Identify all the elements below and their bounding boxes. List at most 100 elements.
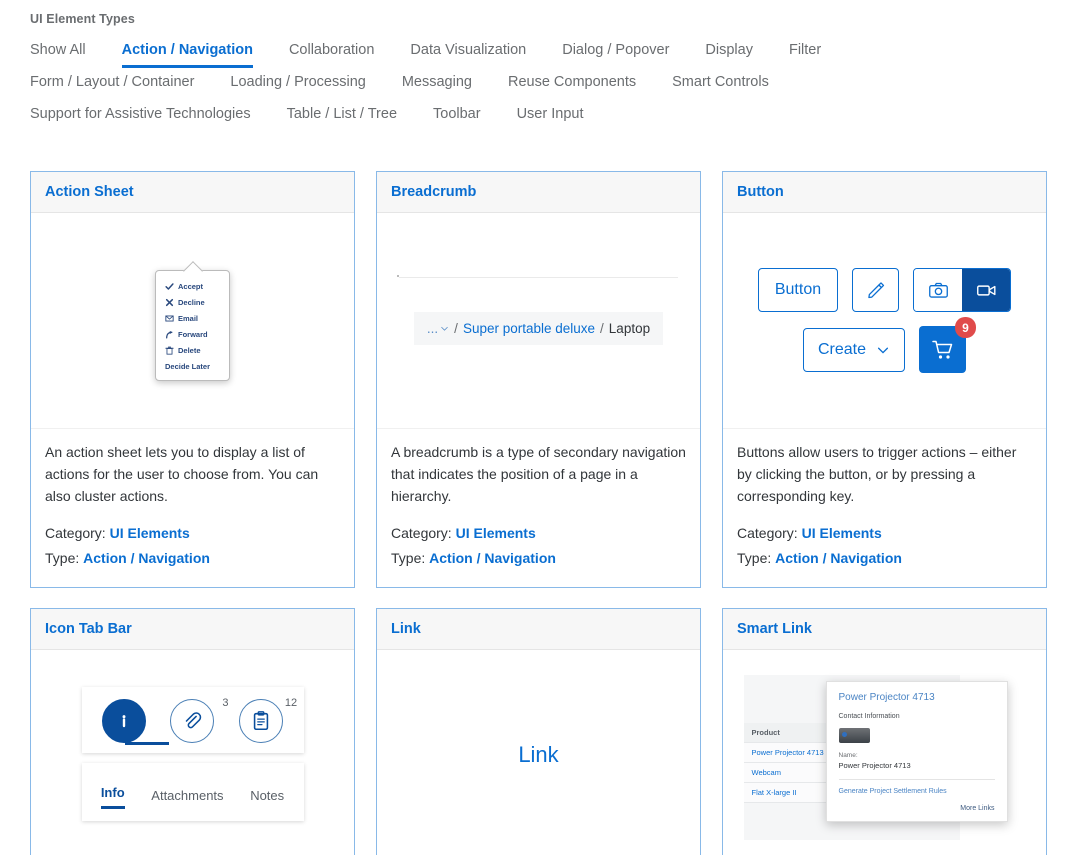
action-sheet-item-decide-later[interactable]: Decide Later (156, 358, 229, 374)
smart-link-stage: Product Power Projector 4713 Webcam Flat… (743, 674, 1026, 840)
tab-form-layout-container[interactable]: Form / Layout / Container (30, 72, 194, 97)
popover-more-links[interactable]: More Links (839, 805, 994, 812)
card-smart-link[interactable]: Smart Link Product Power Projector 4713 … (722, 608, 1047, 855)
clipboard-icon (239, 699, 284, 743)
video-button[interactable] (962, 269, 1011, 311)
popover-action-link[interactable]: Generate Project Settlement Rules (839, 788, 995, 795)
camera-button[interactable] (914, 269, 963, 311)
card-icon-tab-bar[interactable]: Icon Tab Bar 3 12 Info Attachments Notes (30, 608, 355, 855)
popover-subtitle: Contact Information (838, 712, 900, 720)
create-dropdown-button[interactable]: Create (802, 327, 905, 372)
tab-display[interactable]: Display (705, 40, 753, 65)
category-label: Category: (737, 525, 798, 541)
type-label: Type: (737, 550, 772, 566)
tab-smart-controls[interactable]: Smart Controls (672, 72, 769, 97)
camera-icon (928, 282, 948, 298)
category-line: Category: UI Elements (45, 521, 340, 546)
segmented-button-group (913, 268, 1012, 312)
card-breadcrumb[interactable]: Breadcrumb ... / Super portable deluxe /… (376, 171, 701, 588)
tab-toolbar[interactable]: Toolbar (433, 104, 481, 129)
tab-reuse-components[interactable]: Reuse Components (508, 72, 636, 97)
tab-action-navigation[interactable]: Action / Navigation (121, 40, 253, 68)
product-thumbnail (838, 727, 870, 743)
breadcrumb-separator: / (600, 321, 604, 336)
action-sheet-item-label: Email (178, 313, 199, 323)
type-value[interactable]: Action / Navigation (775, 550, 902, 566)
popover-title[interactable]: Power Projector 4713 (839, 692, 995, 703)
button-sample-row-1: Button (757, 268, 1012, 312)
tab-user-input[interactable]: User Input (517, 104, 584, 129)
close-icon (165, 298, 174, 307)
category-label: Category: (391, 525, 452, 541)
category-line: Category: UI Elements (737, 521, 1032, 546)
breadcrumb-current: Laptop (608, 321, 651, 336)
breadcrumb-link[interactable]: Super portable deluxe (463, 321, 595, 336)
divider (838, 778, 995, 780)
icon-tab-notes[interactable]: 12 (239, 697, 297, 743)
tab-data-visualization[interactable]: Data Visualization (410, 40, 526, 65)
tab-collaboration[interactable]: Collaboration (289, 40, 374, 65)
action-sheet-popover-wrap: Accept Decline Email Forward Delete Deci… (155, 270, 230, 381)
tab-table-list-tree[interactable]: Table / List / Tree (287, 104, 397, 129)
type-value[interactable]: Action / Navigation (429, 550, 556, 566)
card-button[interactable]: Button Button Create 9 Buttons allow use… (722, 171, 1047, 588)
icon-tab-selected-indicator (124, 742, 169, 745)
tab-support-assistive-technologies[interactable]: Support for Assistive Technologies (30, 104, 251, 129)
card-title-icon-tab-bar: Icon Tab Bar (31, 609, 354, 650)
filter-tab-row-1: Show All Action / Navigation Collaborati… (30, 40, 1080, 72)
card-description: Buttons allow users to trigger actions –… (737, 444, 1017, 504)
icon-tab-attachments[interactable]: 3 (170, 697, 228, 743)
action-sheet-item-label: Delete (178, 345, 201, 355)
action-sheet-item-label: Decline (178, 297, 205, 307)
category-value[interactable]: UI Elements (456, 525, 536, 541)
edit-button[interactable] (852, 268, 900, 312)
plain-button[interactable]: Button (757, 268, 839, 312)
card-body-button: Buttons allow users to trigger actions –… (723, 428, 1046, 587)
breadcrumb-separator: / (454, 321, 458, 336)
tab-messaging[interactable]: Messaging (402, 72, 472, 97)
paperclip-icon (170, 699, 215, 743)
card-title-action-sheet: Action Sheet (31, 172, 354, 213)
sample-link[interactable]: Link (518, 742, 558, 768)
envelope-icon (165, 314, 174, 323)
action-sheet-item-email[interactable]: Email (156, 310, 229, 326)
card-action-sheet[interactable]: Action Sheet Accept Decline Email Forwar… (30, 171, 355, 588)
filter-tab-row-3: Support for Assistive Technologies Table… (30, 104, 1080, 136)
card-title-link: Link (377, 609, 700, 650)
icon-tab-row: 3 12 (81, 687, 304, 753)
smart-link-popover: Power Projector 4713 Contact Information… (825, 680, 1008, 822)
breadcrumb-ellipsis-label: ... (426, 321, 439, 336)
icon-tab-info[interactable] (101, 699, 169, 745)
tab-filter[interactable]: Filter (789, 40, 821, 65)
text-tab-notes[interactable]: Notes (250, 788, 284, 809)
chevron-down-icon (441, 326, 448, 331)
text-tab-attachments[interactable]: Attachments (151, 788, 223, 809)
action-sheet-item-delete[interactable]: Delete (156, 342, 229, 358)
preview-button: Button Create 9 (723, 213, 1046, 428)
breadcrumb-overflow[interactable]: ... (427, 321, 449, 336)
icon-tab-count: 3 (222, 697, 229, 709)
action-sheet-item-accept[interactable]: Accept (156, 278, 229, 294)
category-value[interactable]: UI Elements (802, 525, 882, 541)
preview-breadcrumb: ... / Super portable deluxe / Laptop (377, 213, 700, 428)
action-sheet-item-forward[interactable]: Forward (156, 326, 229, 342)
card-description: An action sheet lets you to display a li… (45, 444, 319, 504)
text-tab-info[interactable]: Info (100, 785, 125, 809)
page-title: UI Element Types (30, 12, 135, 26)
video-camera-icon (976, 284, 996, 296)
button-samples: Button Create 9 (757, 268, 1012, 373)
type-value[interactable]: Action / Navigation (83, 550, 210, 566)
category-value[interactable]: UI Elements (110, 525, 190, 541)
pencil-icon (867, 282, 884, 299)
category-label: Category: (45, 525, 106, 541)
cart-button-wrap: 9 (919, 317, 976, 373)
tab-show-all[interactable]: Show All (30, 40, 86, 65)
preview-action-sheet: Accept Decline Email Forward Delete Deci… (31, 213, 354, 428)
action-sheet-item-decline[interactable]: Decline (156, 294, 229, 310)
tab-loading-processing[interactable]: Loading / Processing (230, 72, 365, 97)
card-link[interactable]: Link Link (376, 608, 701, 855)
trash-icon (165, 346, 174, 355)
check-icon (165, 282, 174, 291)
card-grid: Action Sheet Accept Decline Email Forwar… (30, 171, 1050, 855)
tab-dialog-popover[interactable]: Dialog / Popover (562, 40, 669, 65)
